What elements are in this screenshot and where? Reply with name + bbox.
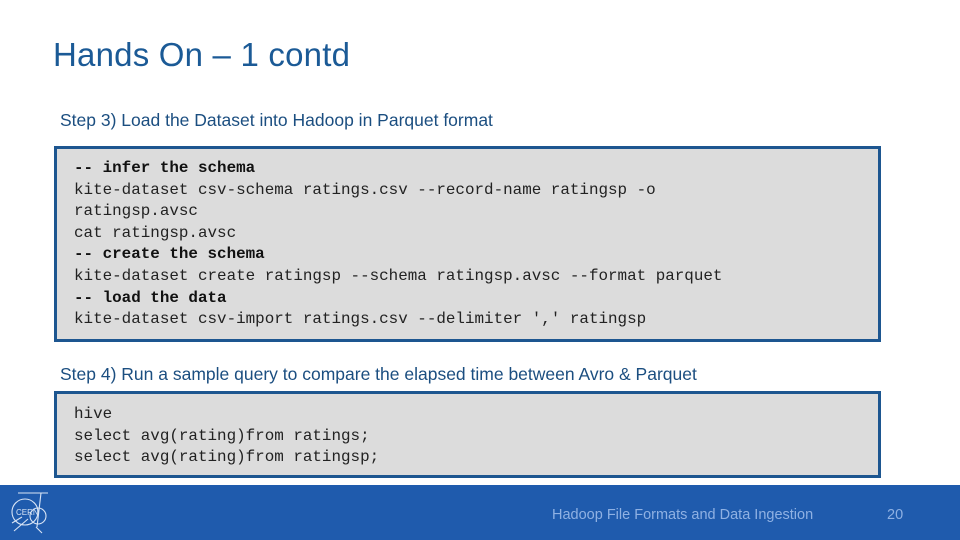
code-line: hive bbox=[74, 405, 113, 423]
step4-heading: Step 4) Run a sample query to compare th… bbox=[60, 364, 697, 384]
footer-bar: CERN Hadoop File Formats and Data Ingest… bbox=[0, 485, 960, 540]
code-line: kite-dataset create ratingsp --schema ra… bbox=[74, 266, 723, 285]
step3-heading: Step 3) Load the Dataset into Hadoop in … bbox=[60, 110, 493, 130]
code-comment: -- create the schema bbox=[74, 245, 265, 264]
slide-title: Hands On – 1 contd bbox=[53, 36, 351, 73]
footer-title: Hadoop File Formats and Data Ingestion bbox=[552, 507, 814, 523]
code-comment: -- load the data bbox=[74, 288, 227, 307]
code-line: kite-dataset csv-import ratings.csv --de… bbox=[74, 310, 647, 329]
svg-text:CERN: CERN bbox=[16, 508, 39, 517]
step3-code-block: -- infer the schema kite-dataset csv-sch… bbox=[54, 146, 881, 342]
page-number: 20 bbox=[887, 507, 904, 523]
code-line: select avg(rating)from ratingsp; bbox=[74, 448, 380, 467]
cern-logo-icon: CERN bbox=[11, 492, 48, 534]
code-line: cat ratingsp.avsc bbox=[74, 223, 237, 242]
step4-code-block: hive select avg(rating)from ratings; sel… bbox=[54, 391, 881, 478]
code-line: ratingsp.avsc bbox=[74, 202, 198, 221]
code-line: kite-dataset csv-schema ratings.csv --re… bbox=[74, 180, 656, 199]
code-line: select avg(rating)from ratings; bbox=[74, 426, 370, 445]
code-comment: -- infer the schema bbox=[74, 159, 256, 177]
